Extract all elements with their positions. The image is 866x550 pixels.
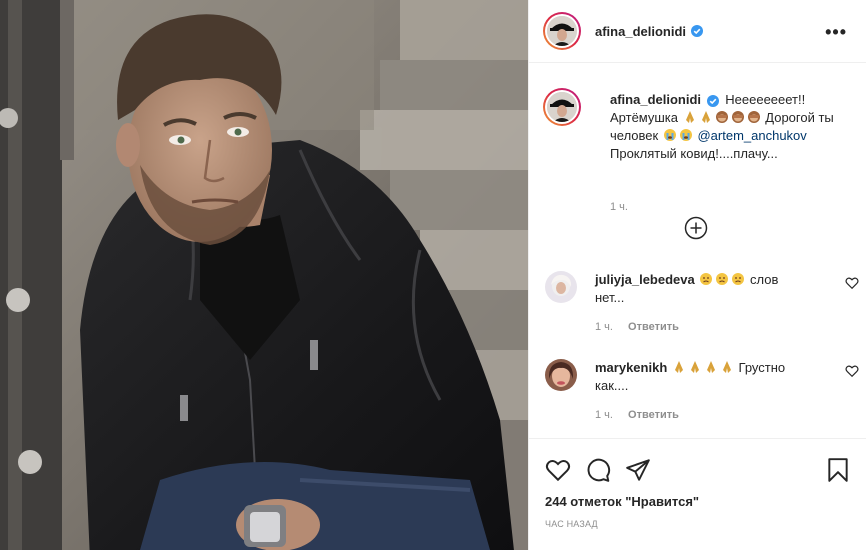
heart-icon[interactable] <box>845 364 859 378</box>
comment-time[interactable]: 1 ч. <box>595 409 613 421</box>
caption-time[interactable]: 1 ч. <box>610 201 628 213</box>
comment-text: marykenikh Грустно как.... <box>595 359 805 395</box>
post-photo[interactable] <box>0 0 528 550</box>
comment-time[interactable]: 1 ч. <box>595 321 613 333</box>
sad-face-emoji-icon <box>732 273 745 285</box>
like-heart-icon[interactable] <box>545 457 571 483</box>
praying-hands-emoji-icon <box>685 111 694 123</box>
man-leather-jacket-photo <box>0 0 528 550</box>
share-paper-plane-icon[interactable] <box>625 457 651 483</box>
loudly-crying-face-emoji-icon <box>663 129 676 141</box>
loudly-crying-face-emoji-icon <box>679 129 692 141</box>
comment-username[interactable]: juliyja_lebedeva <box>595 272 695 287</box>
praying-hands-emoji-icon <box>701 111 710 123</box>
sad-face-emoji-icon <box>700 273 713 285</box>
woman-black-hat-avatar <box>547 16 577 46</box>
post-actions: 244 отметок "Нравится" ЧАС НАЗАД <box>529 438 866 550</box>
praying-hands-emoji-icon <box>706 361 715 373</box>
verified-badge-icon <box>691 25 704 37</box>
comment-text: juliyja_lebedeva слов нет... <box>595 271 805 307</box>
post-side-panel: afina_delionidi ••• afina_delionidi Неее… <box>528 0 866 550</box>
commenter-avatar[interactable] <box>545 271 577 303</box>
instagram-post: afina_delionidi ••• afina_delionidi Неее… <box>0 0 866 550</box>
see-no-evil-monkey-emoji-icon <box>747 111 760 123</box>
post-timestamp[interactable]: ЧАС НАЗАД <box>545 519 598 529</box>
more-options-icon[interactable]: ••• <box>825 22 847 43</box>
post-header: afina_delionidi ••• <box>529 0 866 63</box>
likes-count[interactable]: 244 отметок "Нравится" <box>545 494 699 509</box>
author-username[interactable]: afina_delionidi <box>595 24 686 39</box>
sad-face-emoji-icon <box>716 273 729 285</box>
see-no-evil-monkey-emoji-icon <box>731 111 744 123</box>
reply-button[interactable]: Ответить <box>628 409 679 421</box>
comments-section: afina_delionidi Неееееееет!! Артёмушка Д… <box>529 64 866 438</box>
comment-meta: 1 ч. Ответить <box>595 321 691 333</box>
caption-text-part3: Проклятый ковид!....плачу... <box>610 146 778 161</box>
comment-meta: 1 ч. Ответить <box>595 409 691 421</box>
heart-icon[interactable] <box>845 276 859 290</box>
caption-mention-link[interactable]: @artem_anchukov <box>697 128 806 143</box>
comment-bubble-icon[interactable] <box>585 457 611 483</box>
verified-badge-icon <box>706 94 719 107</box>
caption-avatar[interactable] <box>543 88 581 126</box>
commenter-avatar[interactable] <box>545 359 577 391</box>
comment-username[interactable]: marykenikh <box>595 360 667 375</box>
praying-hands-emoji-icon <box>674 361 683 373</box>
reply-button[interactable]: Ответить <box>628 321 679 333</box>
praying-hands-emoji-icon <box>690 361 699 373</box>
see-no-evil-monkey-emoji-icon <box>715 111 728 123</box>
plus-circle-icon[interactable] <box>684 216 708 240</box>
caption-username[interactable]: afina_delionidi <box>610 92 701 107</box>
caption-text: afina_delionidi Неееееееет!! Артёмушка Д… <box>610 91 850 163</box>
bookmark-icon[interactable] <box>825 457 851 483</box>
woman-black-hat-avatar <box>547 92 577 122</box>
author-avatar[interactable] <box>543 12 581 50</box>
praying-hands-emoji-icon <box>722 361 731 373</box>
